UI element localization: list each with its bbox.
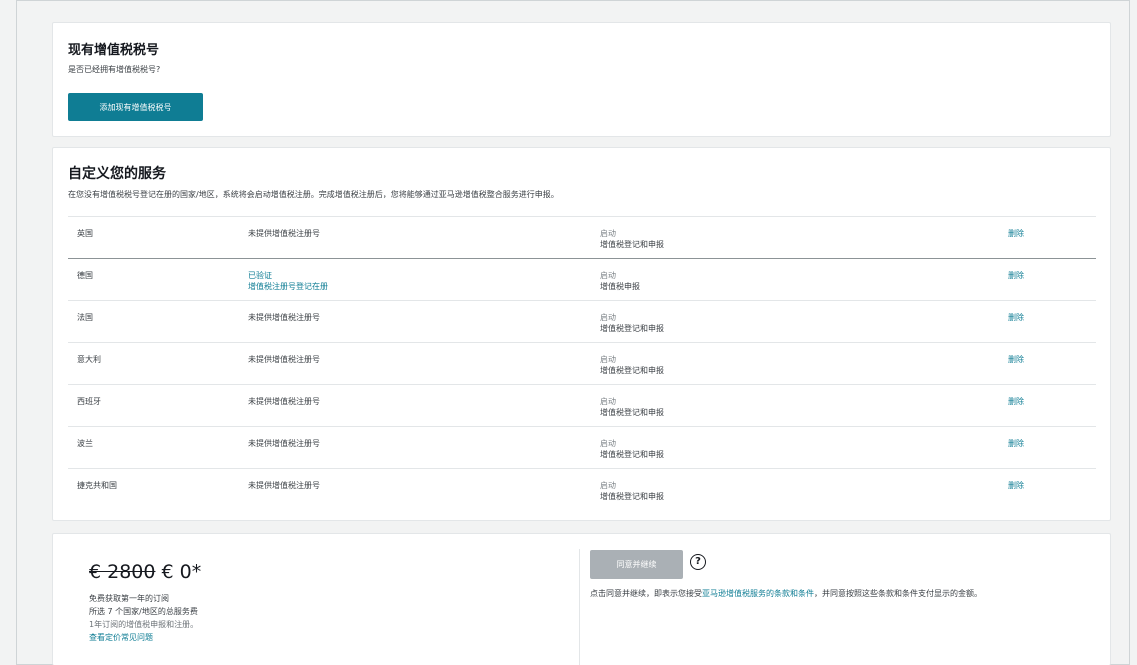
service: 启动增值税登记和申报	[600, 312, 664, 334]
service: 启动增值税登记和申报	[600, 438, 664, 460]
old-price: € 2800	[89, 561, 156, 583]
country-row: 英国 未提供增值税注册号 启动增值税登记和申报 删除	[68, 216, 1096, 258]
delete-link[interactable]: 删除	[1008, 270, 1024, 281]
delete-link[interactable]: 删除	[1008, 354, 1024, 365]
new-price: € 0*	[161, 561, 202, 583]
terms-link[interactable]: 亚马逊增值税服务的条款和条件	[702, 589, 814, 598]
divider	[579, 549, 580, 665]
vat-status: 未提供增值税注册号	[248, 480, 320, 491]
vat-status-line: 未提供增值税注册号	[248, 481, 320, 490]
vat-status: 未提供增值税注册号	[248, 354, 320, 365]
country-name: 英国	[77, 229, 93, 238]
service-name: 增值税申报	[600, 282, 640, 291]
agree-continue-button[interactable]: 同意并继续	[590, 550, 683, 579]
agree-prefix: 点击同意并继续，即表示您接受	[590, 589, 702, 598]
service-status: 启动	[600, 229, 616, 238]
country-row: 波兰 未提供增值税注册号 启动增值税登记和申报 删除	[68, 426, 1096, 468]
service-name: 增值税登记和申报	[600, 240, 664, 249]
pricing-line-1: 免费获取第一年的订阅	[89, 594, 169, 603]
delete-link[interactable]: 删除	[1008, 312, 1024, 323]
country-name: 意大利	[77, 355, 101, 364]
service-status: 启动	[600, 313, 616, 322]
country-name: 捷克共和国	[77, 481, 117, 490]
service-status: 启动	[600, 271, 616, 280]
service-status: 启动	[600, 355, 616, 364]
country-row: 法国 未提供增值税注册号 启动增值税登记和申报 删除	[68, 300, 1096, 342]
delete-link[interactable]: 删除	[1008, 480, 1024, 491]
service-name: 增值税登记和申报	[600, 366, 664, 375]
agree-suffix: ，并同意按照这些条款和条件支付显示的金额。	[814, 589, 982, 598]
service: 启动增值税登记和申报	[600, 480, 664, 502]
service: 启动增值税登记和申报	[600, 354, 664, 376]
country-row: 意大利 未提供增值税注册号 启动增值税登记和申报 删除	[68, 342, 1096, 384]
vat-status-line: 未提供增值税注册号	[248, 439, 320, 448]
existing-vat-question: 是否已经拥有增值税税号?	[68, 65, 161, 74]
country-row: 捷克共和国 未提供增值税注册号 启动增值税登记和申报 删除	[68, 468, 1096, 510]
country-name: 德国	[77, 271, 93, 280]
country-name: 波兰	[77, 439, 93, 448]
service-name: 增值税登记和申报	[600, 450, 664, 459]
country-name: 法国	[77, 313, 93, 322]
vat-status-line: 未提供增值税注册号	[248, 313, 320, 322]
vat-status-line: 未提供增值税注册号	[248, 229, 320, 238]
existing-vat-title: 现有增值税税号	[68, 43, 160, 58]
agreement-text: 点击同意并继续，即表示您接受亚马逊增值税服务的条款和条件，并同意按照这些条款和条…	[590, 588, 1090, 600]
service: 启动增值税登记和申报	[600, 396, 664, 418]
existing-vat-card: 现有增值税税号 是否已经拥有增值税税号? 添加现有增值税税号	[52, 22, 1111, 137]
country-table: 英国 未提供增值税注册号 启动 增值税登记和申报 删除 德国 已验证 增值税注册号登记在册 启动…	[68, 216, 1096, 510]
customize-service-card: 自定义您的服务 在您没有增值税税号登记在册的国家/地区，系统将会启动增值税注册。…	[52, 147, 1111, 521]
delete-link[interactable]: 删除	[1008, 228, 1024, 239]
pricing-card: € 2800 € 0* 免费获取第一年的订阅 所选 7 个国家/地区的总服务费 1…	[52, 533, 1111, 665]
service-status: 启动	[600, 481, 616, 490]
vat-status-line: 已验证	[248, 271, 272, 280]
delete-link[interactable]: 删除	[1008, 438, 1024, 449]
country-row: 西班牙 未提供增值税注册号 启动增值税登记和申报 删除	[68, 384, 1096, 426]
pricing-line-3: 1年订阅的增值税申报和注册。	[89, 620, 199, 629]
service-name: 增值税登记和申报	[600, 492, 664, 501]
vat-status: 已验证增值税注册号登记在册	[248, 270, 328, 292]
service: 启动 增值税申报	[600, 270, 640, 292]
vat-status-line: 未提供增值税注册号	[248, 397, 320, 406]
customize-description: 在您没有增值税税号登记在册的国家/地区，系统将会启动增值税注册。完成增值税注册后…	[68, 190, 559, 199]
customize-title: 自定义您的服务	[68, 166, 166, 182]
vat-status: 未提供增值税注册号	[248, 396, 320, 407]
vat-status-line: 未提供增值税注册号	[248, 355, 320, 364]
country-name: 西班牙	[77, 397, 101, 406]
vat-status: 未提供增值税注册号	[248, 438, 320, 449]
pricing-line-2: 所选 7 个国家/地区的总服务费	[89, 607, 198, 616]
service-status: 启动	[600, 397, 616, 406]
service-name: 增值税登记和申报	[600, 408, 664, 417]
pricing-faq-link[interactable]: 查看定价常见问题	[89, 632, 153, 643]
delete-link[interactable]: 删除	[1008, 396, 1024, 407]
add-existing-vat-button[interactable]: 添加现有增值税税号	[68, 93, 203, 121]
country-row: 德国 已验证增值税注册号登记在册 启动增值税申报 删除	[68, 258, 1096, 300]
service-name: 增值税登记和申报	[600, 324, 664, 333]
price: € 2800 € 0*	[89, 561, 201, 583]
service: 启动增值税登记和申报	[600, 228, 664, 250]
vat-status-line: 增值税注册号登记在册	[248, 282, 328, 291]
vat-status: 未提供增值税注册号	[248, 228, 320, 239]
question-circle-icon[interactable]: ?	[690, 554, 706, 570]
vat-status: 未提供增值税注册号	[248, 312, 320, 323]
service-status: 启动	[600, 439, 616, 448]
